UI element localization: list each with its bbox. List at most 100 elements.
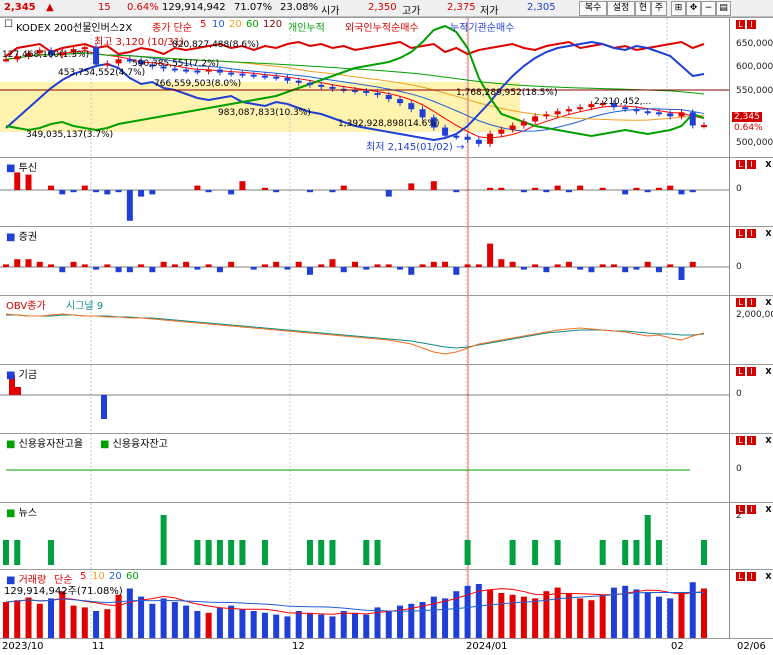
volume-bar [25,597,32,638]
credit-panel[interactable]: ■ 신용융자잔고율 ■ 신용융자잔고 L I X 0 [0,433,773,502]
news-bar [599,540,606,565]
y-tick: 2,000,000 [736,310,773,320]
high-value: 2,375 [447,2,476,13]
news-bar [160,515,167,565]
volume-bar [667,598,674,638]
info-icon[interactable]: I [747,298,756,307]
securities-title: ■ 증권 [6,232,38,243]
volume-bar [273,614,280,638]
volume-bar [183,605,190,638]
candle-body [520,121,527,126]
lock-icon[interactable]: L [736,298,745,307]
securities-bar [115,267,122,273]
info-icon[interactable]: I [747,572,756,581]
close-icon[interactable]: X [764,298,773,307]
legend-institution: 누적기관순매수 [450,23,515,34]
volume-ma-10: 10 [92,571,105,582]
candle-body [374,92,381,95]
high-note: 최고 3,120 (10/31) [94,37,185,48]
lock-icon[interactable]: L [736,367,745,376]
minus-icon[interactable]: − [701,1,716,16]
volume-bar [419,602,426,638]
volume-ma-5: 5 [80,571,87,582]
close-icon[interactable]: X [764,160,773,169]
securities-bar [352,261,358,267]
securities-panel[interactable]: ■ 증권 L I X 0 [0,226,773,295]
multi-button[interactable]: 복수 [579,1,607,16]
info-icon[interactable]: I [747,160,756,169]
annotation-2: 127,468,160(1.3%) [2,50,90,60]
lock-icon[interactable]: L [736,572,745,581]
securities-bar [261,264,268,267]
securities-bar [644,261,651,267]
news-bar [701,540,707,565]
lock-icon[interactable]: L [736,436,745,445]
securities-bar [160,261,167,267]
lock-icon[interactable]: L [736,160,745,169]
securities-bar [149,267,156,273]
lock-icon[interactable]: L [736,229,745,238]
trust-bar [48,185,55,190]
trust-bar [25,174,32,190]
info-icon[interactable]: I [747,20,756,29]
obv-panel[interactable]: OBV종가 시그널 9 L I X 2,000,000 [0,295,773,364]
news-bar [228,540,235,565]
pension-chart [0,365,729,433]
securities-bar [397,267,404,270]
lock-icon[interactable]: L [736,20,745,29]
trust-bar [104,190,111,195]
trust-bar [273,190,280,193]
info-icon[interactable]: I [747,436,756,445]
securities-bar [81,264,88,267]
candle-body [273,76,280,79]
info-icon[interactable]: I [747,505,756,514]
candle-body [464,136,471,140]
checkbox-icon[interactable]: ☐ [4,19,13,30]
trust-bar [194,185,201,190]
trust-bar [622,190,629,195]
close-icon[interactable]: X [764,229,773,238]
candle-body [633,109,640,112]
current-button[interactable]: 현 [635,1,651,16]
volume-bar [633,589,640,638]
volume-bar [228,605,235,638]
trust-panel[interactable]: ■ 투신 L I X 0 [0,157,773,226]
annotation-8: 349,035,137(3.7%) [26,130,114,140]
trust-bar [543,190,550,193]
pension-panel[interactable]: ■ 기금 L I X 0 [0,364,773,433]
securities-y-axis: L I X 0 [729,227,773,295]
securities-bar [543,267,550,273]
candle-body [689,112,696,126]
info-icon[interactable]: I [747,367,756,376]
candle-body [475,139,482,144]
move-icon[interactable]: ✥ [686,1,701,16]
low-label: 저가 [480,6,499,17]
news-panel[interactable]: ■ 뉴스 L I X 2 [0,502,773,569]
price-panel[interactable]: ☐ KODEX 200선물인버스2X 종가 단순 5 10 20 60 120 … [0,17,773,157]
close-icon[interactable]: X [764,505,773,514]
securities-bar [93,267,100,270]
trust-bar [115,190,122,193]
candle-body [419,109,426,118]
settings-button[interactable]: 설정 [607,1,635,16]
change-value: 15 [98,2,111,13]
candle-body [183,69,190,72]
ma-20: 20 [229,19,242,30]
volume-panel[interactable]: ■ 거래량 단순 5 10 20 60 129,914,942주(71.08%)… [0,569,773,639]
panel-icon[interactable]: ▤ [716,1,731,16]
trust-bar [239,181,246,190]
volume-bar [498,593,505,638]
close-icon[interactable]: X [764,367,773,376]
close-icon[interactable]: X [764,572,773,581]
info-icon[interactable]: I [747,229,756,238]
close-icon[interactable]: X [764,436,773,445]
stock-button[interactable]: 주 [651,1,667,16]
ma-120: 120 [263,19,283,30]
legend-foreign: 외국인누적순매수 [345,23,419,34]
news-bar [306,540,313,565]
candle-body [487,133,494,144]
price-tag: 2,345 [732,112,762,122]
grid-icon[interactable]: ⊞ [671,1,686,16]
securities-bar [385,264,392,267]
credit-y-axis: L I X 0 [729,434,773,502]
